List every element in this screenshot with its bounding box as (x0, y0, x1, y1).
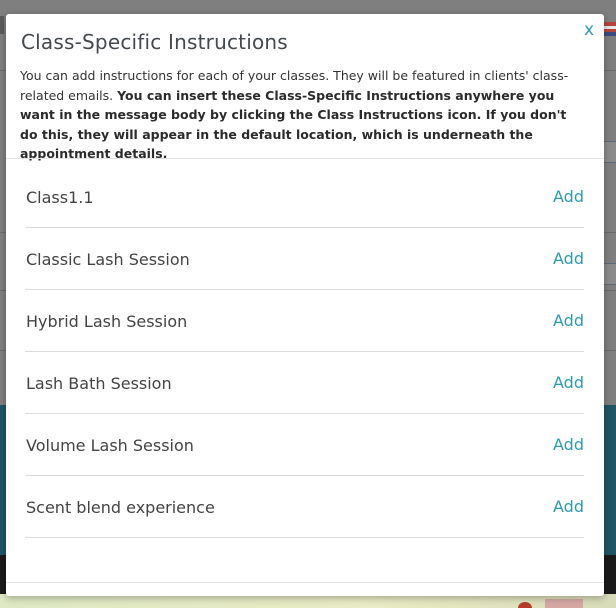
add-instructions-link[interactable]: Add (553, 187, 584, 206)
modal-title: Class-Specific Instructions (21, 30, 288, 54)
footer-divider (6, 582, 604, 583)
class-row: Lash Bath Session Add (25, 353, 584, 414)
add-instructions-link[interactable]: Add (553, 249, 584, 268)
class-row: Class1.1 Add (25, 167, 584, 228)
class-name: Scent blend experience (26, 498, 215, 517)
taskbar-icon[interactable] (518, 602, 532, 608)
background-fragment (0, 16, 4, 34)
class-row: Scent blend experience Add (25, 477, 584, 538)
add-instructions-link[interactable]: Add (553, 373, 584, 392)
add-instructions-link[interactable]: Add (553, 311, 584, 330)
class-instructions-modal: Class-Specific Instructions x You can ad… (6, 14, 604, 596)
header-divider (6, 158, 604, 159)
add-instructions-link[interactable]: Add (553, 435, 584, 454)
close-button[interactable]: x (584, 22, 594, 39)
add-instructions-link[interactable]: Add (553, 497, 584, 516)
class-name: Volume Lash Session (26, 436, 194, 455)
class-name: Class1.1 (26, 188, 94, 207)
flag-icon (604, 22, 616, 36)
class-name: Classic Lash Session (26, 250, 190, 269)
modal-description: You can add instructions for each of you… (20, 66, 586, 164)
class-name: Hybrid Lash Session (26, 312, 188, 331)
background-fragment (603, 263, 616, 285)
class-list: Class1.1 Add Classic Lash Session Add Hy… (25, 167, 584, 539)
taskbar-button[interactable] (545, 599, 583, 608)
class-row: Hybrid Lash Session Add (25, 291, 584, 352)
class-row: Classic Lash Session Add (25, 229, 584, 290)
class-row: Volume Lash Session Add (25, 415, 584, 476)
background-fragment (603, 141, 616, 163)
class-name: Lash Bath Session (26, 374, 172, 393)
